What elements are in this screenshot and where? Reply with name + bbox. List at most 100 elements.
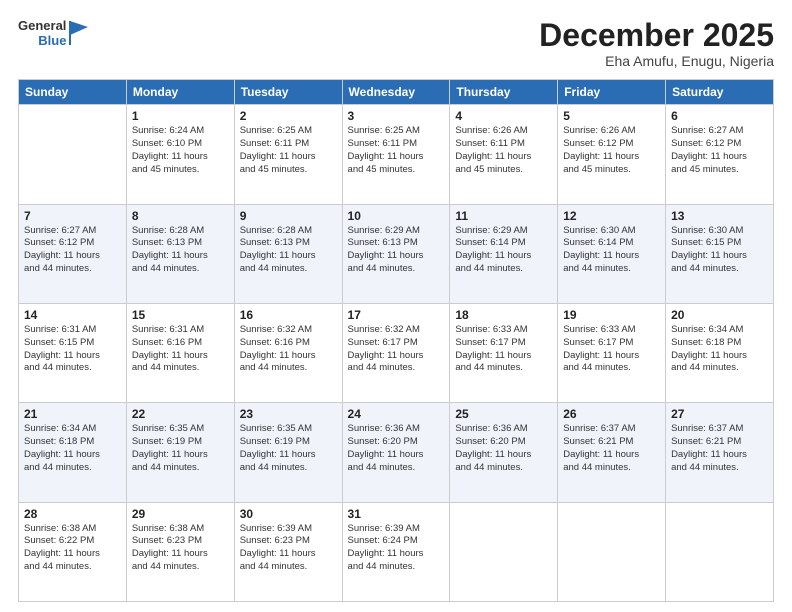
day-info: Sunrise: 6:25 AMSunset: 6:11 PMDaylight:… [348,125,445,176]
day-number: 15 [132,308,229,322]
day-info: Sunrise: 6:34 AMSunset: 6:18 PMDaylight:… [24,423,121,474]
day-info: Sunrise: 6:30 AMSunset: 6:15 PMDaylight:… [671,225,768,276]
calendar-cell: 29 Sunrise: 6:38 AMSunset: 6:23 PMDayligh… [126,502,234,601]
calendar-cell: 8Sunrise: 6:28 AMSunset: 6:13 PMDaylight… [126,204,234,303]
calendar-cell: 20Sunrise: 6:34 AMSunset: 6:18 PMDayligh… [666,303,774,402]
day-number: 21 [24,407,121,421]
calendar-cell [558,502,666,601]
calendar-cell: 23 Sunrise: 6:35 AMSunset: 6:19 PMDayligh… [234,403,342,502]
weekday-header-thursday: Thursday [450,80,558,105]
calendar-cell [666,502,774,601]
weekday-header-wednesday: Wednesday [342,80,450,105]
day-number: 16 [240,308,337,322]
week-row-1: 1 Sunrise: 6:24 AMSunset: 6:10 PMDaylight… [19,105,774,204]
calendar-cell: 28 Sunrise: 6:38 AMSunset: 6:22 PMDayligh… [19,502,127,601]
calendar-cell: 10Sunrise: 6:29 AMSunset: 6:13 PMDayligh… [342,204,450,303]
day-number: 4 [455,109,552,123]
day-number: 11 [455,209,552,223]
day-info: Sunrise: 6:37 AMSunset: 6:21 PMDaylight:… [563,423,660,474]
calendar-cell: 21 Sunrise: 6:34 AMSunset: 6:18 PMDayligh… [19,403,127,502]
calendar-cell: 18Sunrise: 6:33 AMSunset: 6:17 PMDayligh… [450,303,558,402]
day-info: Sunrise: 6:34 AMSunset: 6:18 PMDaylight:… [671,324,768,375]
day-info: Sunrise: 6:33 AMSunset: 6:17 PMDaylight:… [563,324,660,375]
calendar-cell: 17Sunrise: 6:32 AMSunset: 6:17 PMDayligh… [342,303,450,402]
calendar-cell: 3 Sunrise: 6:25 AMSunset: 6:11 PMDaylight… [342,105,450,204]
day-number: 24 [348,407,445,421]
day-info: Sunrise: 6:26 AMSunset: 6:11 PMDaylight:… [455,125,552,176]
day-info: Sunrise: 6:28 AMSunset: 6:13 PMDaylight:… [240,225,337,276]
day-info: Sunrise: 6:38 AMSunset: 6:23 PMDaylight:… [132,523,229,574]
day-number: 19 [563,308,660,322]
day-number: 9 [240,209,337,223]
calendar-cell: 30 Sunrise: 6:39 AMSunset: 6:23 PMDayligh… [234,502,342,601]
day-info: Sunrise: 6:39 AMSunset: 6:23 PMDaylight:… [240,523,337,574]
day-info: Sunrise: 6:33 AMSunset: 6:17 PMDaylight:… [455,324,552,375]
day-info: Sunrise: 6:30 AMSunset: 6:14 PMDaylight:… [563,225,660,276]
day-number: 3 [348,109,445,123]
day-number: 13 [671,209,768,223]
day-number: 29 [132,507,229,521]
calendar-cell [450,502,558,601]
day-number: 25 [455,407,552,421]
calendar-cell: 14 Sunrise: 6:31 AMSunset: 6:15 PMDayligh… [19,303,127,402]
calendar-cell: 5 Sunrise: 6:26 AMSunset: 6:12 PMDaylight… [558,105,666,204]
page: General Blue December 2025 Eha Amufu, En… [0,0,792,612]
week-row-4: 21 Sunrise: 6:34 AMSunset: 6:18 PMDayligh… [19,403,774,502]
day-info: Sunrise: 6:26 AMSunset: 6:12 PMDaylight:… [563,125,660,176]
day-number: 5 [563,109,660,123]
day-number: 17 [348,308,445,322]
day-info: Sunrise: 6:29 AMSunset: 6:14 PMDaylight:… [455,225,552,276]
calendar-cell: 27Sunrise: 6:37 AMSunset: 6:21 PMDayligh… [666,403,774,502]
calendar-cell: 2 Sunrise: 6:25 AMSunset: 6:11 PMDaylight… [234,105,342,204]
calendar-cell [19,105,127,204]
calendar-table: SundayMondayTuesdayWednesdayThursdayFrid… [18,79,774,602]
day-info: Sunrise: 6:25 AMSunset: 6:11 PMDaylight:… [240,125,337,176]
day-number: 1 [132,109,229,123]
logo-blue-text: Blue [38,33,66,48]
day-info: Sunrise: 6:28 AMSunset: 6:13 PMDaylight:… [132,225,229,276]
title-block: December 2025 Eha Amufu, Enugu, Nigeria [539,18,774,69]
month-title: December 2025 [539,18,774,53]
day-number: 28 [24,507,121,521]
day-info: Sunrise: 6:36 AMSunset: 6:20 PMDaylight:… [348,423,445,474]
weekday-header-friday: Friday [558,80,666,105]
weekday-header-row: SundayMondayTuesdayWednesdayThursdayFrid… [19,80,774,105]
calendar-cell: 12Sunrise: 6:30 AMSunset: 6:14 PMDayligh… [558,204,666,303]
calendar-cell: 19 Sunrise: 6:33 AMSunset: 6:17 PMDayligh… [558,303,666,402]
day-info: Sunrise: 6:24 AMSunset: 6:10 PMDaylight:… [132,125,229,176]
day-info: Sunrise: 6:35 AMSunset: 6:19 PMDaylight:… [240,423,337,474]
calendar-cell: 15Sunrise: 6:31 AMSunset: 6:16 PMDayligh… [126,303,234,402]
day-info: Sunrise: 6:29 AMSunset: 6:13 PMDaylight:… [348,225,445,276]
calendar-cell: 22 Sunrise: 6:35 AMSunset: 6:19 PMDayligh… [126,403,234,502]
calendar-cell: 4 Sunrise: 6:26 AMSunset: 6:11 PMDaylight… [450,105,558,204]
day-number: 26 [563,407,660,421]
calendar-cell: 9 Sunrise: 6:28 AMSunset: 6:13 PMDaylight… [234,204,342,303]
week-row-5: 28 Sunrise: 6:38 AMSunset: 6:22 PMDayligh… [19,502,774,601]
calendar-cell: 13 Sunrise: 6:30 AMSunset: 6:15 PMDayligh… [666,204,774,303]
day-number: 7 [24,209,121,223]
location: Eha Amufu, Enugu, Nigeria [539,53,774,69]
calendar-cell: 31Sunrise: 6:39 AMSunset: 6:24 PMDayligh… [342,502,450,601]
day-number: 2 [240,109,337,123]
day-info: Sunrise: 6:32 AMSunset: 6:16 PMDaylight:… [240,324,337,375]
day-number: 23 [240,407,337,421]
day-info: Sunrise: 6:35 AMSunset: 6:19 PMDaylight:… [132,423,229,474]
calendar-cell: 16 Sunrise: 6:32 AMSunset: 6:16 PMDayligh… [234,303,342,402]
day-number: 14 [24,308,121,322]
day-info: Sunrise: 6:39 AMSunset: 6:24 PMDaylight:… [348,523,445,574]
weekday-header-tuesday: Tuesday [234,80,342,105]
week-row-3: 14 Sunrise: 6:31 AMSunset: 6:15 PMDayligh… [19,303,774,402]
day-info: Sunrise: 6:38 AMSunset: 6:22 PMDaylight:… [24,523,121,574]
calendar-cell: 1 Sunrise: 6:24 AMSunset: 6:10 PMDaylight… [126,105,234,204]
day-info: Sunrise: 6:31 AMSunset: 6:15 PMDaylight:… [24,324,121,375]
calendar-cell: 24 Sunrise: 6:36 AMSunset: 6:20 PMDayligh… [342,403,450,502]
weekday-header-saturday: Saturday [666,80,774,105]
day-info: Sunrise: 6:27 AMSunset: 6:12 PMDaylight:… [671,125,768,176]
logo-flag-icon [68,19,90,47]
day-number: 22 [132,407,229,421]
weekday-header-monday: Monday [126,80,234,105]
calendar-cell: 11 Sunrise: 6:29 AMSunset: 6:14 PMDayligh… [450,204,558,303]
logo-general-text: General [18,18,66,33]
day-info: Sunrise: 6:37 AMSunset: 6:21 PMDaylight:… [671,423,768,474]
day-number: 30 [240,507,337,521]
